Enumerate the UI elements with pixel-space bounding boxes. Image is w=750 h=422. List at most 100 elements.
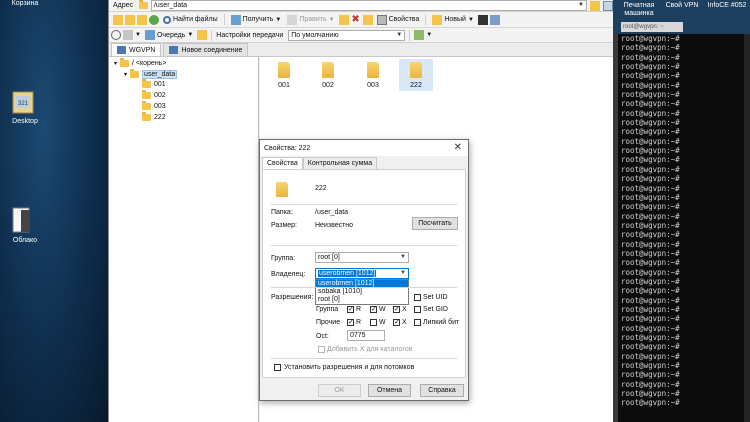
perm-w-label: W bbox=[379, 319, 386, 326]
collapse-icon[interactable]: ▾ bbox=[124, 71, 127, 78]
dialog-titlebar[interactable]: Свойства: 222 ✕ bbox=[260, 140, 468, 156]
address-value: /user_data bbox=[153, 2, 188, 9]
terminal-scrollbar[interactable] bbox=[744, 34, 750, 422]
root-folder-icon[interactable] bbox=[125, 14, 135, 25]
file-item-001[interactable]: 001 bbox=[267, 62, 301, 89]
file-item-002[interactable]: 002 bbox=[311, 62, 345, 89]
refresh-icon[interactable] bbox=[149, 14, 159, 25]
transfer-settings-label: Настройки передачи bbox=[216, 31, 284, 39]
tab-new-connection[interactable]: Новое соединение bbox=[163, 43, 249, 56]
ok-button[interactable]: OK bbox=[318, 384, 361, 397]
address-bar: Адрес /user_data ▼ bbox=[109, 0, 613, 12]
chevron-down-icon[interactable]: ▼ bbox=[578, 2, 584, 8]
permissions-label: Разрешения: bbox=[271, 294, 314, 301]
set-uid-checkbox[interactable] bbox=[414, 294, 421, 301]
find-files-button[interactable]: Найти файлы bbox=[161, 13, 220, 26]
group-read-checkbox[interactable]: ✓ bbox=[347, 306, 354, 313]
group-label: Группа: bbox=[271, 255, 296, 262]
collapse-icon[interactable]: ▾ bbox=[114, 60, 117, 67]
tree-item-002[interactable]: 002 bbox=[142, 90, 166, 99]
folder-icon bbox=[130, 69, 140, 78]
tab-checksum[interactable]: Контрольная сумма bbox=[302, 157, 378, 169]
add-x-checkbox[interactable] bbox=[318, 346, 325, 353]
owner-select[interactable]: userobmen [1012] ▼ bbox=[315, 268, 409, 279]
sync-icon[interactable] bbox=[489, 14, 500, 25]
shortcut-vpn[interactable]: Свой VPN bbox=[661, 2, 703, 10]
tree-item-user-data[interactable]: ▾ user_data bbox=[124, 69, 178, 79]
delete-icon[interactable]: ✖ bbox=[351, 14, 361, 25]
new-button[interactable]: Новый ▼ bbox=[430, 13, 476, 26]
chevron-down-icon[interactable]: ▼ bbox=[135, 32, 141, 38]
owner-option[interactable]: root [0] bbox=[316, 296, 408, 304]
rename-icon[interactable] bbox=[362, 14, 373, 25]
tree-item-003[interactable]: 003 bbox=[142, 101, 166, 110]
terminal-line: root@wgvpn:~# bbox=[621, 211, 680, 221]
transfer-settings-select[interactable]: По умолчанию ▼ bbox=[288, 29, 406, 41]
transfer-options-icon[interactable] bbox=[414, 30, 425, 40]
owner-label: Владелец: bbox=[271, 271, 306, 278]
tree-item-222[interactable]: 222 bbox=[142, 112, 166, 121]
others-exec-checkbox[interactable]: ✓ bbox=[393, 319, 400, 326]
sync-folders-icon[interactable] bbox=[197, 30, 208, 40]
shortcut-typewriter[interactable]: Печатная машинка bbox=[618, 2, 660, 18]
terminal-line: root@wgvpn:~# bbox=[621, 361, 680, 371]
close-icon[interactable]: ✕ bbox=[454, 142, 462, 153]
group-write-checkbox[interactable]: ✓ bbox=[370, 306, 377, 313]
recursive-checkbox[interactable] bbox=[274, 364, 281, 371]
others-write-checkbox[interactable] bbox=[370, 319, 377, 326]
move-icon[interactable] bbox=[338, 14, 349, 25]
help-button[interactable]: Справка bbox=[420, 384, 464, 397]
disconnect-icon[interactable] bbox=[111, 30, 121, 40]
divider bbox=[271, 358, 457, 359]
tab-properties[interactable]: Свойства bbox=[262, 157, 303, 169]
group-exec-checkbox[interactable]: ✓ bbox=[393, 306, 400, 313]
cloud-folder-icon[interactable] bbox=[11, 206, 33, 236]
tab-wgvpn[interactable]: WGVPN bbox=[111, 43, 162, 56]
shortcut-infoce[interactable]: InfoCE #052 bbox=[706, 2, 748, 10]
separator bbox=[223, 14, 225, 25]
size-label: Размер: bbox=[271, 222, 298, 229]
folder-icon bbox=[410, 62, 422, 78]
chevron-down-icon[interactable]: ▼ bbox=[426, 32, 432, 38]
parent-folder-icon[interactable] bbox=[113, 14, 123, 25]
file-item-003[interactable]: 003 bbox=[356, 62, 390, 89]
cancel-button[interactable]: Отмена bbox=[368, 384, 411, 397]
sticky-bit-checkbox[interactable] bbox=[414, 319, 421, 326]
session-icon bbox=[117, 46, 126, 54]
sticky-bit-label: Липкий бит bbox=[423, 319, 460, 326]
terminal-line: root@wgvpn:~# bbox=[621, 90, 680, 100]
set-gid-checkbox[interactable] bbox=[414, 306, 421, 313]
directory-tree: ▾ / <корень> ▾ user_data 001 002 003 222 bbox=[109, 57, 259, 422]
address-input[interactable]: /user_data ▼ bbox=[150, 0, 587, 11]
open-folder-icon[interactable] bbox=[590, 0, 600, 11]
tree-item-001[interactable]: 001 bbox=[142, 79, 166, 88]
view-icon[interactable] bbox=[123, 30, 133, 40]
others-read-checkbox[interactable]: ✓ bbox=[347, 319, 354, 326]
calculate-button[interactable]: Посчитать bbox=[412, 217, 458, 230]
cloud-label[interactable]: Облако bbox=[0, 237, 50, 244]
filter-icon[interactable] bbox=[603, 0, 613, 11]
chevron-down-icon: ▼ bbox=[400, 270, 406, 276]
group-select[interactable]: root [0] ▼ bbox=[315, 252, 409, 263]
terminal-icon[interactable] bbox=[477, 14, 488, 25]
file-item-222[interactable]: 222 bbox=[399, 59, 433, 91]
desktop-folder-icon[interactable]: 321 bbox=[11, 89, 35, 117]
edit-button[interactable]: Править ▼ bbox=[285, 13, 336, 26]
tree-item-root[interactable]: ▾ / <корень> bbox=[114, 58, 166, 67]
terminal-line: root@wgvpn:~# bbox=[621, 71, 680, 81]
file-name: 002 bbox=[322, 82, 334, 89]
terminal-border bbox=[613, 34, 618, 422]
terminal-output[interactable]: root@wgvpn:~# root@wgvpn:~# root@wgvpn:~# r… bbox=[621, 34, 750, 408]
properties-button[interactable]: Свойства bbox=[375, 13, 422, 26]
home-folder-icon[interactable] bbox=[137, 14, 147, 25]
octal-input[interactable]: 0775 bbox=[347, 330, 385, 341]
recycle-bin-label[interactable]: Корзина bbox=[0, 0, 50, 7]
owner-option[interactable]: sobaka [1010] bbox=[316, 288, 408, 296]
queue-button[interactable]: Очередь ▼ bbox=[143, 29, 195, 42]
folder-icon bbox=[278, 62, 290, 78]
get-button[interactable]: Получить ▼ bbox=[229, 13, 284, 26]
terminal-tab[interactable]: root@wgvpn: ~ bbox=[621, 22, 683, 32]
desktop-label[interactable]: Desktop bbox=[0, 118, 50, 125]
folder-icon bbox=[322, 62, 334, 78]
terminal-line: root@wgvpn:~# bbox=[621, 192, 680, 202]
